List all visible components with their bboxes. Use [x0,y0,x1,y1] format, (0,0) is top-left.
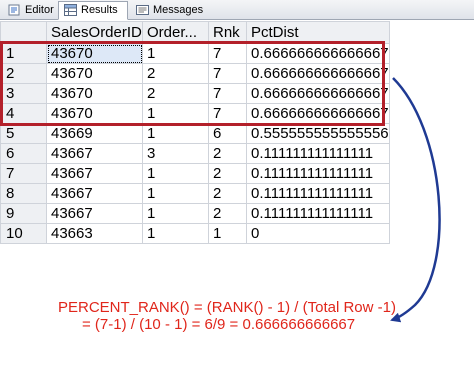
formula-line-2: = (7-1) / (10 - 1) = 6/9 = 0.66666666666… [82,316,356,333]
formula-line-1: PERCENT_RANK() = (RANK() - 1) / (Total R… [58,299,396,316]
